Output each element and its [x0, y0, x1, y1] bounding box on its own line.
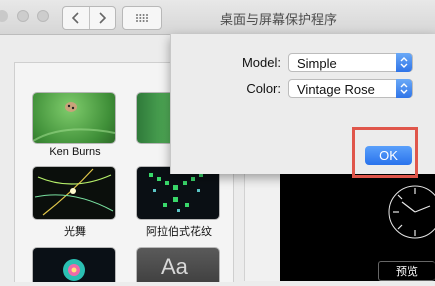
saver-label: Aa: [161, 254, 188, 279]
window-titlebar: 桌面与屏幕保护程序: [0, 0, 435, 35]
color-select[interactable]: Vintage Rose: [288, 79, 413, 98]
color-label: Color:: [246, 81, 281, 96]
close-window-button[interactable]: [0, 10, 8, 22]
word-of-the-day-thumbnail[interactable]: Aa: [137, 248, 219, 282]
ladybug-image: [33, 102, 115, 142]
chevron-right-icon: [99, 12, 107, 24]
shell-thumbnail[interactable]: [33, 248, 115, 282]
shell-image: [63, 259, 85, 281]
updown-chevron-icon: [396, 79, 412, 98]
color-value: Vintage Rose: [297, 82, 375, 97]
screensaver-options-sheet: Model: Simple Color: Vintage Rose OK: [170, 34, 435, 178]
grid-dots-icon: [136, 14, 148, 22]
back-button[interactable]: [63, 7, 89, 29]
window-title: 桌面与屏幕保护程序: [220, 12, 338, 27]
minimize-window-button[interactable]: [17, 10, 29, 22]
ken-burns-thumbnail[interactable]: [33, 93, 115, 143]
updown-chevron-icon: [396, 53, 412, 72]
model-value: Simple: [297, 56, 337, 71]
model-select[interactable]: Simple: [288, 53, 413, 72]
ok-button[interactable]: OK: [365, 146, 412, 165]
forward-button[interactable]: [88, 7, 116, 29]
show-all-button[interactable]: [122, 6, 162, 30]
model-label: Model:: [241, 55, 281, 70]
chevron-left-icon: [71, 12, 79, 24]
saver-label: 阿拉伯式花纹: [146, 226, 212, 238]
saver-label: 光舞: [64, 226, 86, 238]
flurry-thumbnail[interactable]: [33, 167, 115, 219]
arabesque-pattern-image: [149, 173, 203, 212]
saver-label: Ken Burns: [49, 146, 101, 158]
arabesque-thumbnail[interactable]: [137, 167, 219, 219]
light-streaks-image: [34, 168, 114, 216]
zoom-window-button[interactable]: [37, 10, 49, 22]
ok-button-highlight: OK: [352, 127, 418, 178]
navigation-group: [62, 6, 116, 30]
preview-button[interactable]: 预览: [378, 261, 435, 281]
